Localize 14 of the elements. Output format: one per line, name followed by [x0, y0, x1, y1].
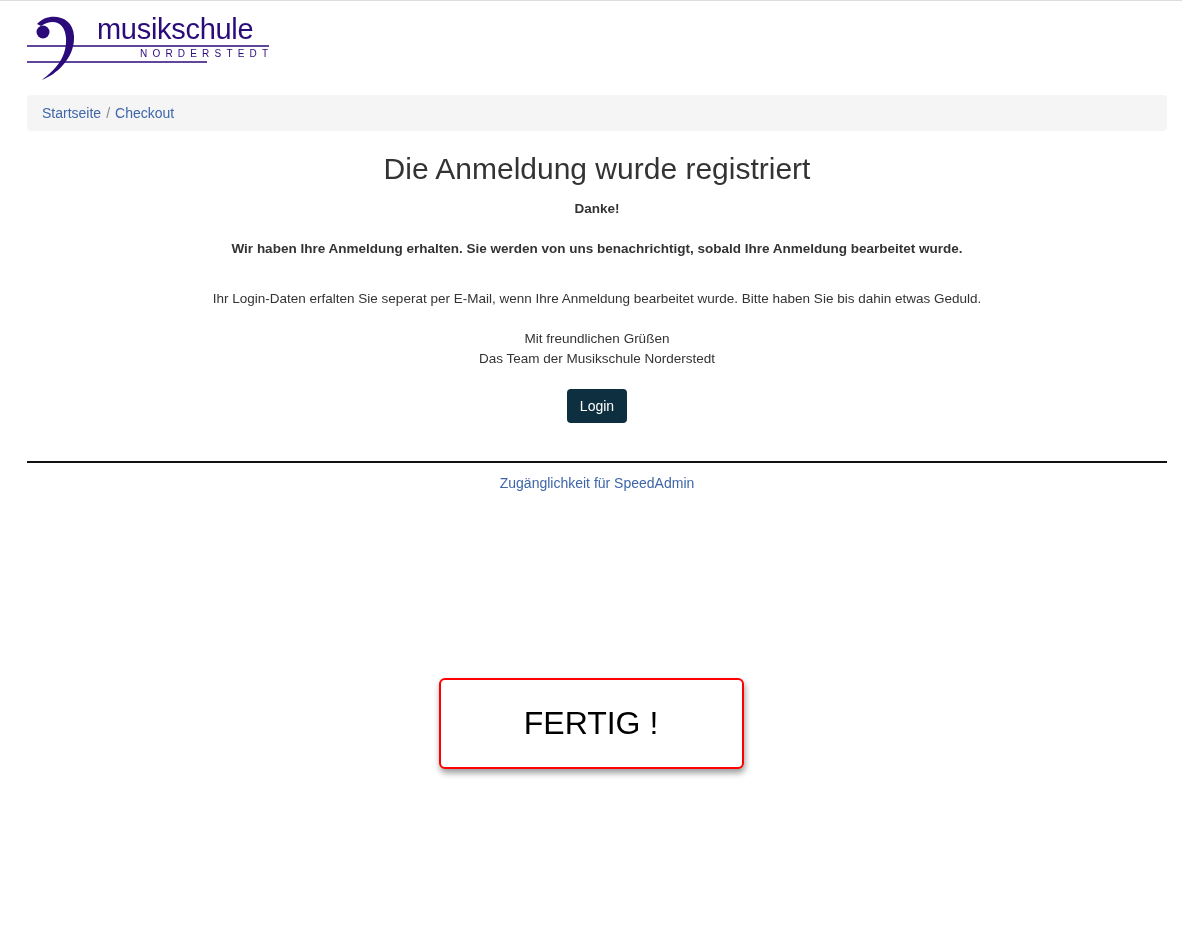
logo-subtitle: NORDERSTEDT — [140, 47, 274, 61]
thanks-text: Danke! — [573, 200, 621, 218]
breadcrumb-separator: / — [105, 105, 112, 121]
greeting-line: Mit freundlichen Grüßen — [524, 330, 670, 348]
greeting-line: Das Team der Musikschule Norderstedt — [478, 350, 716, 368]
callout-box: FERTIG ! — [438, 678, 744, 769]
login-button[interactable]: Login — [566, 389, 628, 423]
breadcrumb-link[interactable]: Checkout — [115, 105, 175, 121]
breadcrumb-link[interactable]: Startseite — [42, 105, 102, 121]
page-heading: Die Anmeldung wurde registriert — [382, 151, 812, 187]
logo-wordmark: musikschule — [97, 13, 254, 45]
confirmation-text: Wir haben Ihre Anmeldung erhalten. Sie werden von uns benachrichtigt, sobald Ihre Anmeldung bearbeitet wurde. — [230, 240, 964, 258]
info-text: Ihr Login-Daten erfalten Sie seperat per E-Mail, wenn Ihre Anmeldung bearbeitet wurde. Bitte haben Sie bis dahin etwas Geduld. — [211, 290, 983, 308]
accessibility-link[interactable]: Zugänglichkeit für SpeedAdmin — [499, 475, 695, 491]
